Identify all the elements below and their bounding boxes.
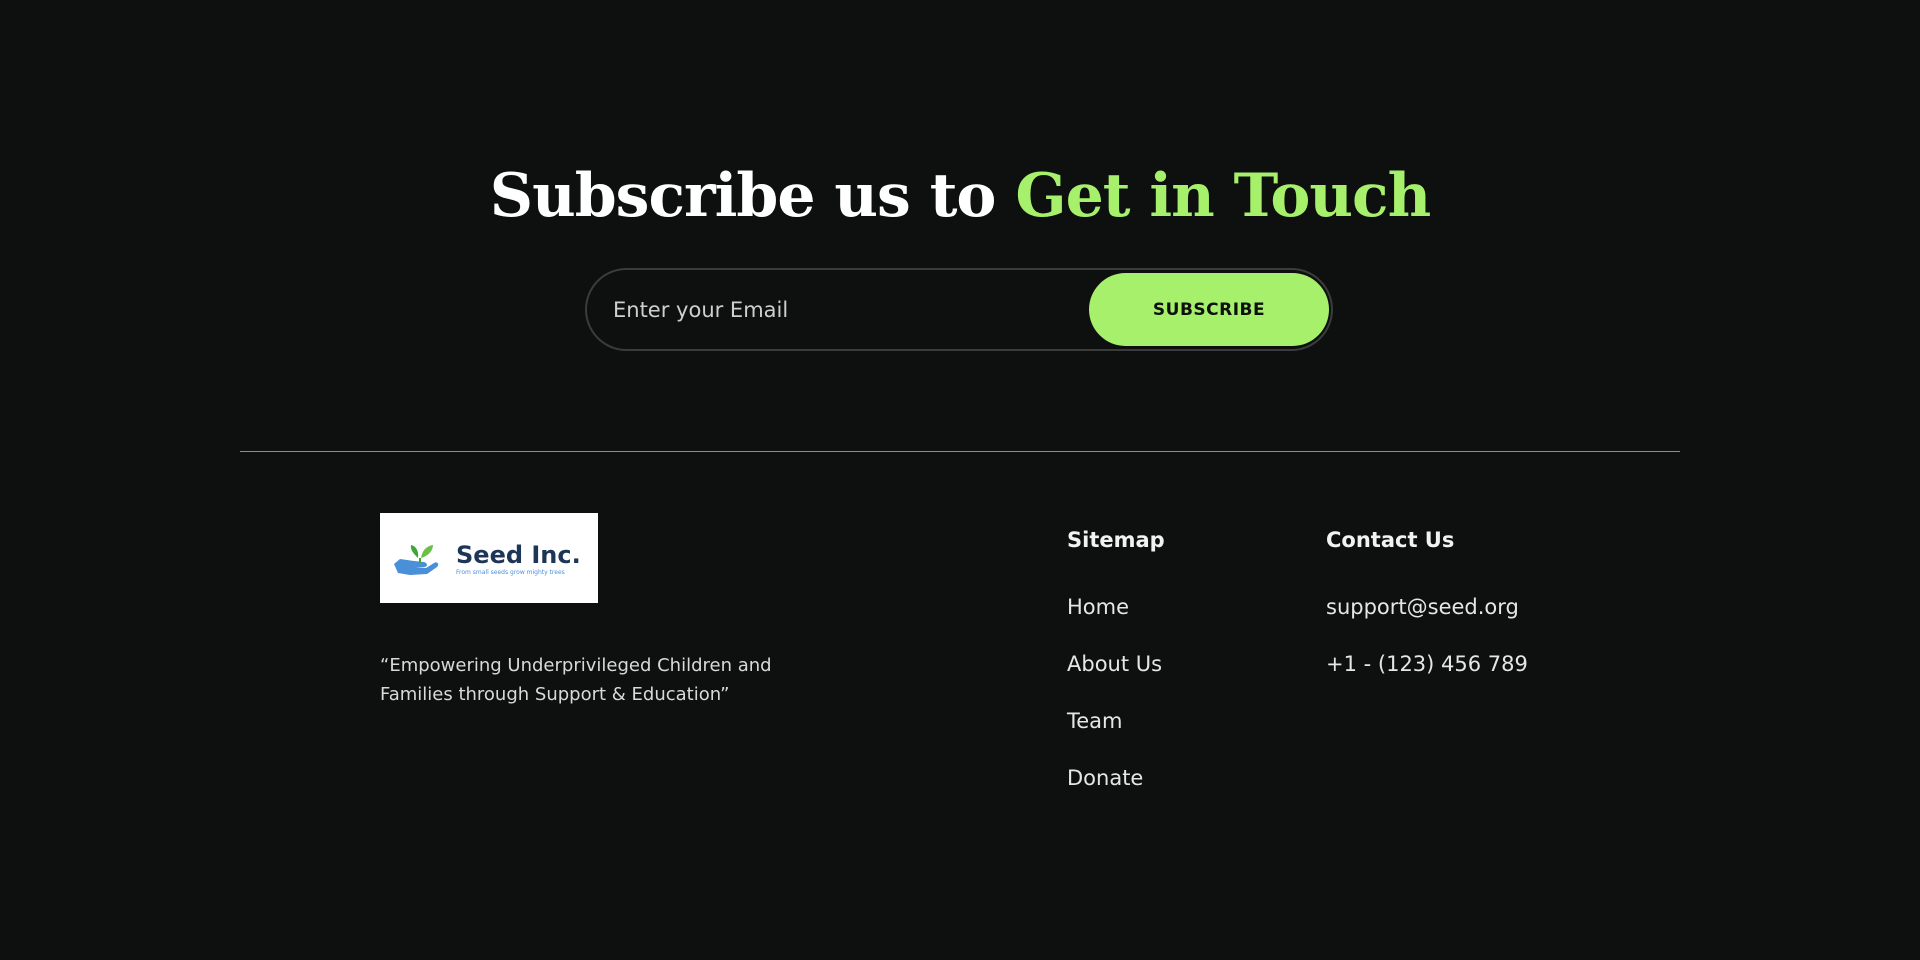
subscribe-heading-accent: Get in Touch [1015, 160, 1431, 231]
contact-list: support@seed.org +1 - (123) 456 789 [1326, 593, 1528, 707]
contact-item-email: support@seed.org [1326, 593, 1528, 650]
contact-phone-link[interactable]: +1 - (123) 456 789 [1326, 652, 1528, 676]
contact-email-link[interactable]: support@seed.org [1326, 595, 1519, 619]
contact-title: Contact Us [1326, 528, 1455, 552]
footer-divider [240, 451, 1680, 452]
sitemap-item-about-us: About Us [1067, 650, 1162, 707]
sitemap-item-team: Team [1067, 707, 1162, 764]
email-input[interactable] [613, 288, 1113, 332]
sitemap-title: Sitemap [1067, 528, 1165, 552]
sitemap-link-about-us[interactable]: About Us [1067, 652, 1162, 676]
sitemap-link-team[interactable]: Team [1067, 709, 1123, 733]
sitemap-item-donate: Donate [1067, 764, 1162, 821]
contact-item-phone: +1 - (123) 456 789 [1326, 650, 1528, 707]
subscribe-heading: Subscribe us to Get in Touch [0, 156, 1920, 236]
sitemap-link-home[interactable]: Home [1067, 595, 1129, 619]
mission-tagline: “Empowering Underprivileged Children and… [380, 655, 772, 705]
subscribe-button[interactable]: SUBSCRIBE [1089, 273, 1329, 346]
sitemap-links: Home About Us Team Donate [1067, 593, 1162, 821]
sitemap-link-donate[interactable]: Donate [1067, 766, 1143, 790]
seed-inc-logo[interactable]: Seed Inc. From small seeds grow mighty t… [380, 513, 598, 603]
subscribe-heading-prefix: Subscribe us to [489, 160, 1016, 231]
logo-tagline: From small seeds grow mighty trees [456, 569, 565, 576]
logo-name: Seed Inc. [456, 541, 581, 569]
logo-image: Seed Inc. From small seeds grow mighty t… [394, 541, 581, 576]
footer-page: Subscribe us to Get in Touch SUBSCRIBE S… [0, 0, 1920, 960]
subscribe-form: SUBSCRIBE [585, 268, 1333, 351]
hand-with-sprout-icon [394, 545, 439, 575]
sitemap-item-home: Home [1067, 593, 1162, 650]
